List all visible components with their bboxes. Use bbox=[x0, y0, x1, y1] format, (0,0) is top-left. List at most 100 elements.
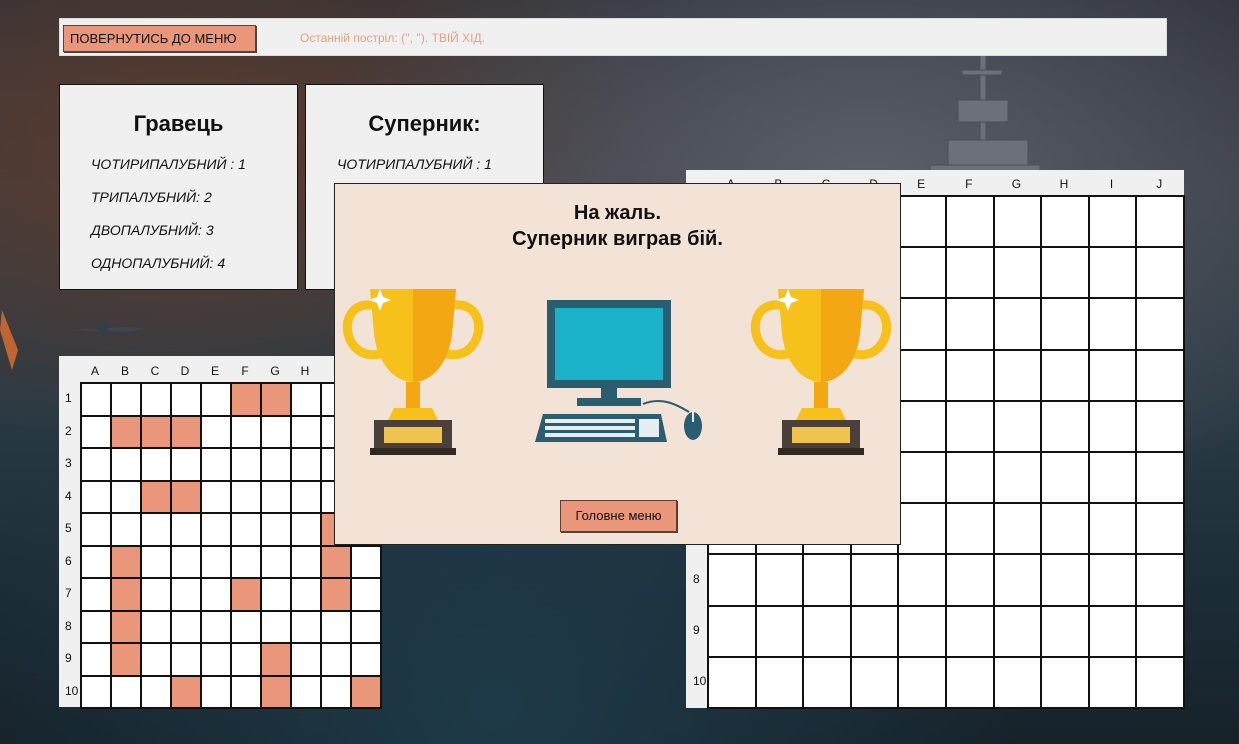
board-cell[interactable] bbox=[1089, 248, 1136, 298]
board-cell-hit[interactable] bbox=[322, 579, 350, 610]
board-cell[interactable] bbox=[756, 555, 803, 605]
board-cell[interactable] bbox=[232, 481, 260, 512]
board-cell[interactable] bbox=[232, 449, 260, 480]
board-cell[interactable] bbox=[851, 555, 898, 605]
board-cell[interactable] bbox=[262, 611, 290, 642]
board-cell[interactable] bbox=[1089, 401, 1136, 451]
board-cell-hit[interactable] bbox=[172, 481, 200, 512]
board-cell[interactable] bbox=[709, 606, 755, 656]
board-cell-hit[interactable] bbox=[112, 611, 140, 642]
board-cell[interactable] bbox=[1137, 299, 1183, 349]
board-cell[interactable] bbox=[82, 449, 110, 480]
board-cell-hit[interactable] bbox=[322, 546, 350, 577]
board-cell[interactable] bbox=[1089, 555, 1136, 605]
board-cell[interactable] bbox=[804, 555, 850, 605]
board-cell[interactable] bbox=[262, 514, 290, 545]
board-cell[interactable] bbox=[1089, 504, 1136, 554]
board-cell[interactable] bbox=[232, 644, 260, 675]
board-cell[interactable] bbox=[202, 449, 230, 480]
board-cell[interactable] bbox=[322, 676, 350, 707]
board-cell[interactable] bbox=[756, 657, 803, 707]
board-cell-hit[interactable] bbox=[142, 481, 170, 512]
board-cell[interactable] bbox=[82, 546, 110, 577]
board-cell[interactable] bbox=[172, 514, 200, 545]
board-cell[interactable] bbox=[322, 611, 350, 642]
board-cell[interactable] bbox=[1042, 350, 1088, 400]
board-cell[interactable] bbox=[899, 248, 945, 298]
board-cell[interactable] bbox=[946, 555, 993, 605]
board-cell[interactable] bbox=[82, 644, 110, 675]
board-cell[interactable] bbox=[946, 350, 993, 400]
back-to-menu-button[interactable]: ПОВЕРНУТИСЬ ДО МЕНЮ bbox=[63, 25, 256, 52]
board-cell[interactable] bbox=[1137, 555, 1183, 605]
board-cell[interactable] bbox=[994, 299, 1041, 349]
board-cell-hit[interactable] bbox=[112, 644, 140, 675]
board-cell[interactable] bbox=[292, 644, 320, 675]
board-cell[interactable] bbox=[899, 504, 945, 554]
board-cell[interactable] bbox=[82, 579, 110, 610]
board-cell-hit[interactable] bbox=[262, 384, 290, 415]
board-cell[interactable] bbox=[352, 611, 380, 642]
board-cell[interactable] bbox=[1089, 299, 1136, 349]
board-cell[interactable] bbox=[172, 644, 200, 675]
board-cell[interactable] bbox=[1089, 606, 1136, 656]
board-cell-hit[interactable] bbox=[172, 676, 200, 707]
board-cell[interactable] bbox=[994, 504, 1041, 554]
board-cell-hit[interactable] bbox=[232, 579, 260, 610]
board-cell[interactable] bbox=[82, 514, 110, 545]
board-cell[interactable] bbox=[709, 657, 755, 707]
board-cell[interactable] bbox=[899, 401, 945, 451]
board-cell[interactable] bbox=[292, 384, 320, 415]
board-cell[interactable] bbox=[899, 197, 945, 247]
board-cell[interactable] bbox=[262, 579, 290, 610]
board-cell[interactable] bbox=[202, 546, 230, 577]
board-cell[interactable] bbox=[292, 611, 320, 642]
board-cell-hit[interactable] bbox=[172, 416, 200, 447]
board-cell[interactable] bbox=[322, 644, 350, 675]
board-cell[interactable] bbox=[232, 676, 260, 707]
board-cell[interactable] bbox=[142, 546, 170, 577]
board-cell[interactable] bbox=[82, 676, 110, 707]
board-cell[interactable] bbox=[262, 546, 290, 577]
board-cell[interactable] bbox=[292, 514, 320, 545]
board-cell[interactable] bbox=[899, 299, 945, 349]
board-cell-hit[interactable] bbox=[232, 384, 260, 415]
board-cell[interactable] bbox=[202, 481, 230, 512]
board-cell[interactable] bbox=[292, 676, 320, 707]
board-cell[interactable] bbox=[172, 449, 200, 480]
board-cell[interactable] bbox=[292, 546, 320, 577]
board-cell[interactable] bbox=[142, 514, 170, 545]
board-cell[interactable] bbox=[142, 644, 170, 675]
board-cell[interactable] bbox=[112, 384, 140, 415]
board-cell[interactable] bbox=[142, 449, 170, 480]
board-cell[interactable] bbox=[352, 644, 380, 675]
board-cell-hit[interactable] bbox=[262, 676, 290, 707]
board-cell[interactable] bbox=[1089, 657, 1136, 707]
board-cell[interactable] bbox=[82, 384, 110, 415]
board-cell[interactable] bbox=[1042, 606, 1088, 656]
board-cell[interactable] bbox=[1042, 401, 1088, 451]
board-cell[interactable] bbox=[1042, 248, 1088, 298]
board-cell[interactable] bbox=[994, 453, 1041, 503]
board-cell[interactable] bbox=[1089, 350, 1136, 400]
board-cell[interactable] bbox=[172, 384, 200, 415]
board-cell[interactable] bbox=[142, 579, 170, 610]
board-cell[interactable] bbox=[142, 676, 170, 707]
board-cell[interactable] bbox=[1042, 453, 1088, 503]
board-cell-hit[interactable] bbox=[112, 416, 140, 447]
board-cell[interactable] bbox=[292, 481, 320, 512]
board-cell[interactable] bbox=[804, 657, 850, 707]
board-cell[interactable] bbox=[142, 384, 170, 415]
board-cell[interactable] bbox=[946, 606, 993, 656]
board-cell[interactable] bbox=[1137, 197, 1183, 247]
board-cell[interactable] bbox=[994, 197, 1041, 247]
board-cell[interactable] bbox=[994, 657, 1041, 707]
board-cell[interactable] bbox=[292, 579, 320, 610]
board-cell[interactable] bbox=[82, 611, 110, 642]
board-cell[interactable] bbox=[994, 555, 1041, 605]
board-cell[interactable] bbox=[1042, 504, 1088, 554]
board-cell[interactable] bbox=[899, 606, 945, 656]
board-cell-hit[interactable] bbox=[112, 579, 140, 610]
board-cell[interactable] bbox=[232, 546, 260, 577]
board-cell[interactable] bbox=[112, 676, 140, 707]
